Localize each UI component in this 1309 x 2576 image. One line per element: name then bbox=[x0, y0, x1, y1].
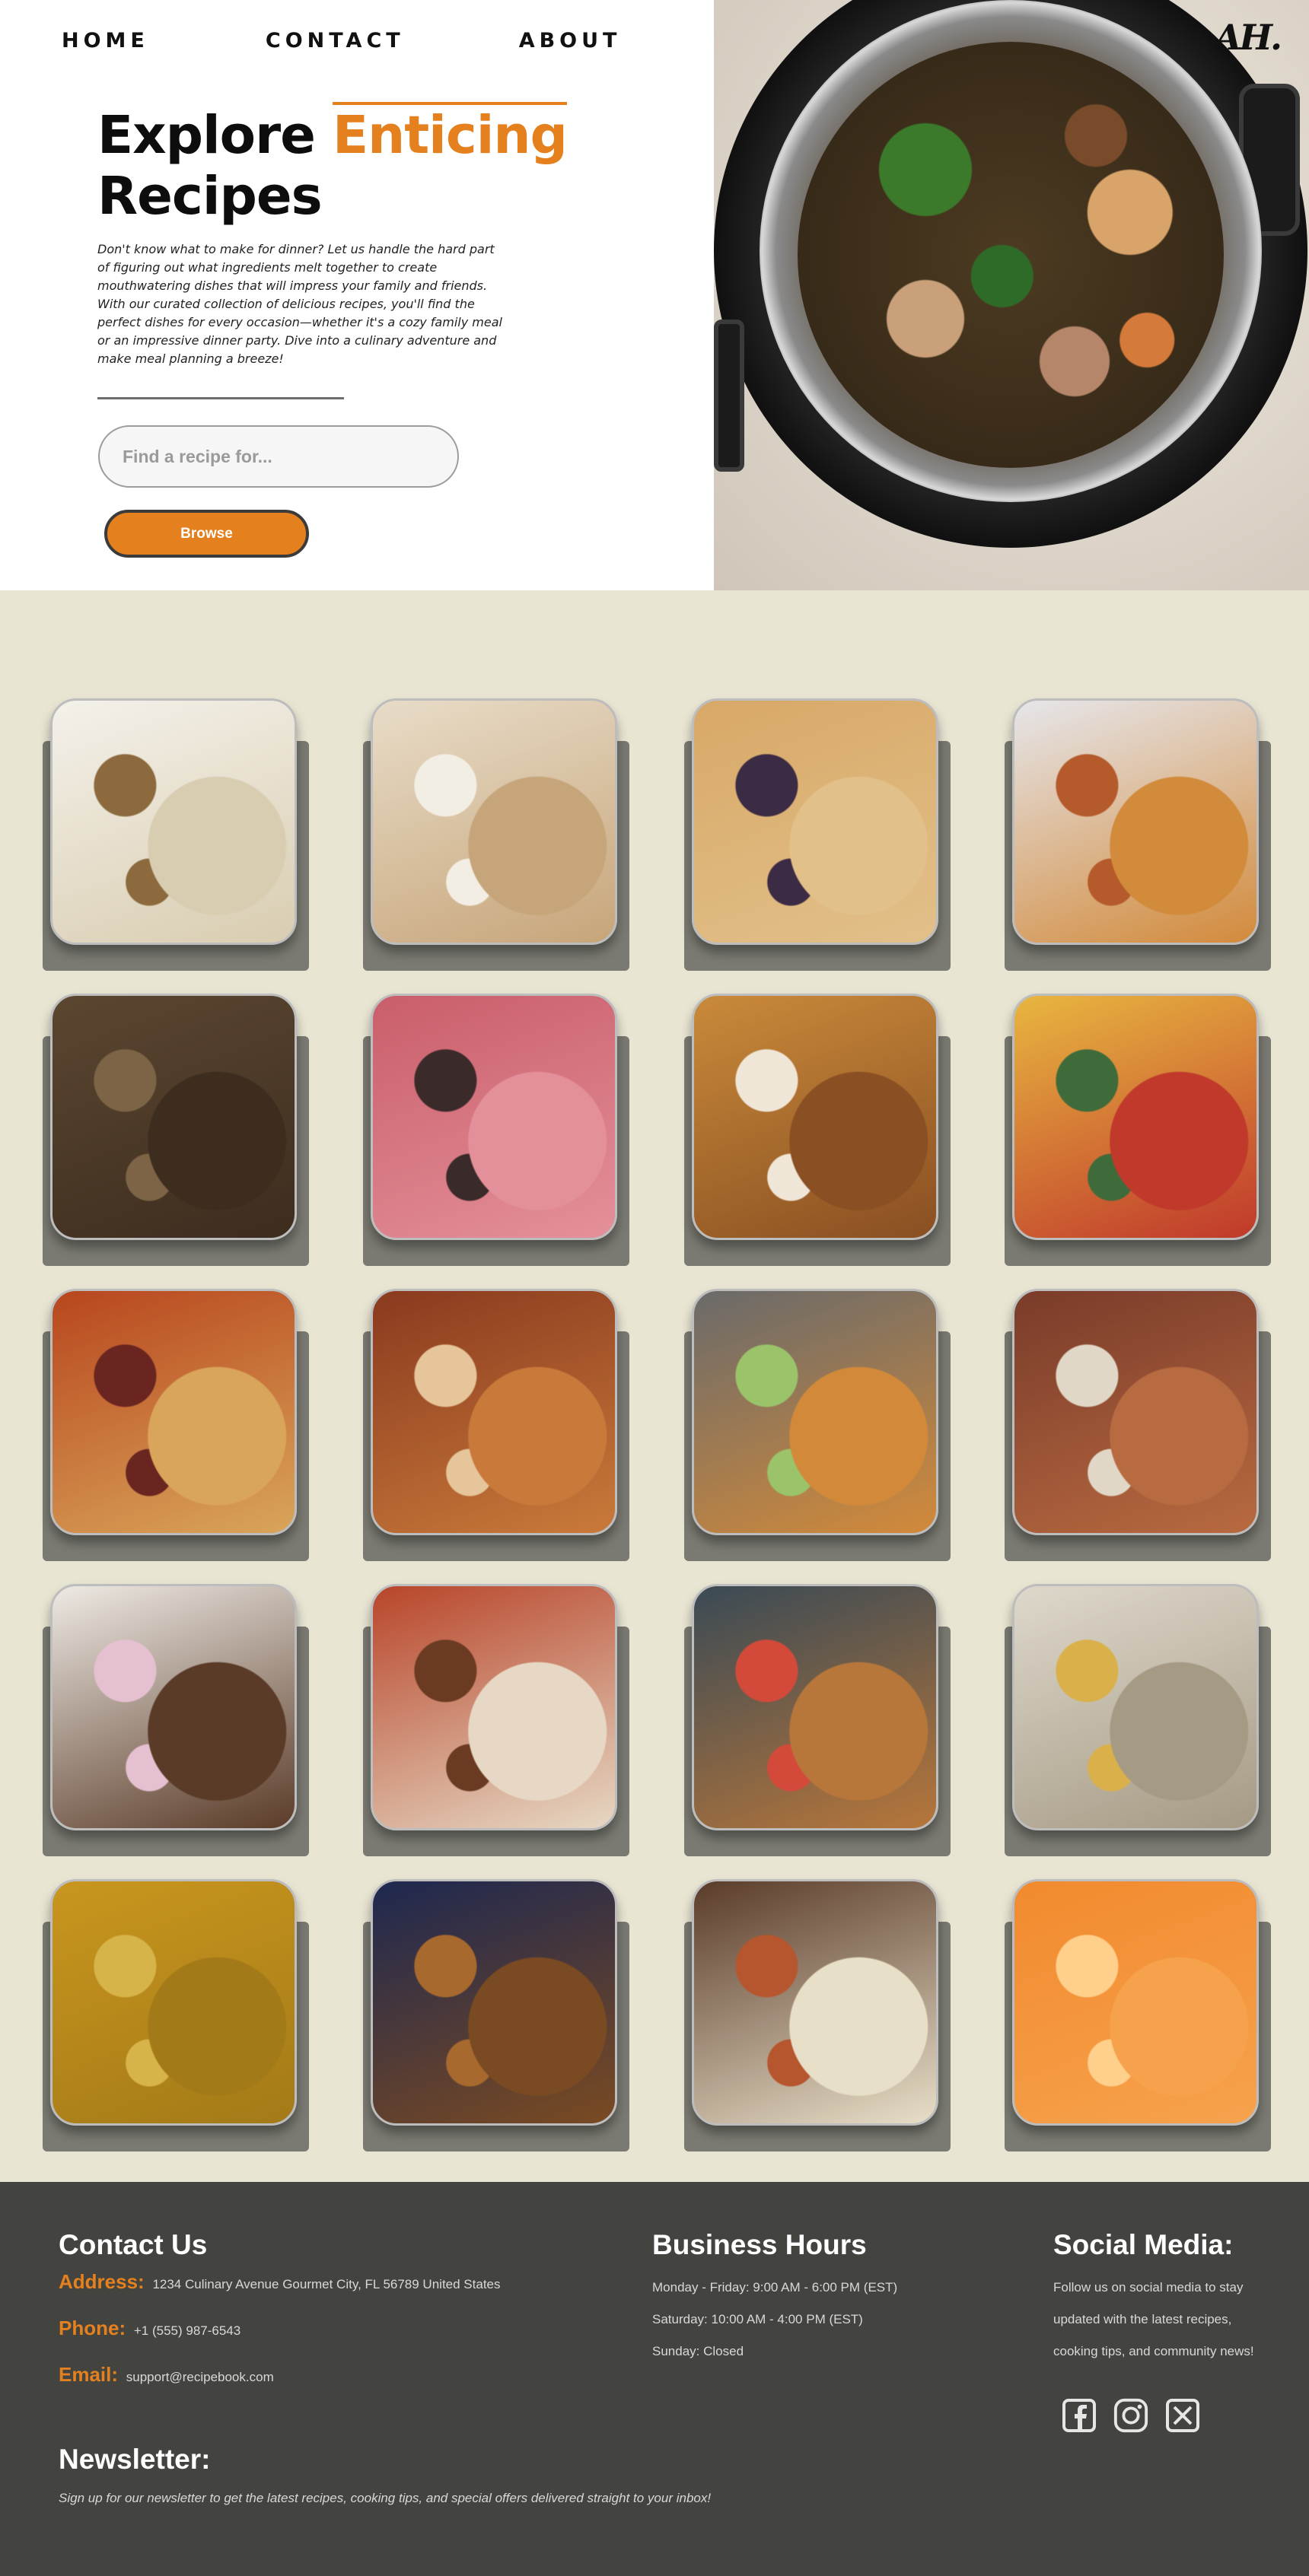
loaded-sweet-potato-with-sprinkles-image[interactable] bbox=[50, 1584, 297, 1830]
recipe-card[interactable] bbox=[363, 1879, 629, 2151]
recipe-card[interactable] bbox=[363, 994, 629, 1266]
address-value: 1234 Culinary Avenue Gourmet City, FL 56… bbox=[152, 2277, 501, 2291]
recipe-card[interactable] bbox=[43, 1584, 309, 1856]
nav-contact-link[interactable]: CONTACT bbox=[266, 29, 405, 52]
recipe-card[interactable] bbox=[363, 1584, 629, 1856]
phone-label: Phone: bbox=[59, 2317, 126, 2339]
recipe-card[interactable] bbox=[684, 1879, 951, 2151]
brand-logo[interactable]: AH. bbox=[1215, 17, 1282, 58]
pot-handle bbox=[714, 320, 744, 472]
chocolate-crepe-cake-image[interactable] bbox=[371, 1289, 617, 1535]
phone-value[interactable]: +1 (555) 987-6543 bbox=[134, 2323, 240, 2338]
address-label: Address: bbox=[59, 2270, 145, 2293]
recipe-grid bbox=[0, 590, 1309, 2182]
nav-home-link[interactable]: HOME bbox=[62, 29, 149, 52]
title-part-1: Explore bbox=[97, 105, 333, 166]
intro-text: Don't know what to make for dinner? Let … bbox=[97, 242, 502, 366]
recipe-card[interactable] bbox=[43, 994, 309, 1266]
chocolate-chip-cookies-image[interactable] bbox=[50, 994, 297, 1240]
divider bbox=[97, 397, 344, 399]
recipe-card[interactable] bbox=[43, 1879, 309, 2151]
site-footer: Contact Us Address: 1234 Culinary Avenue… bbox=[0, 2182, 1309, 2576]
baked-potato-with-cheese-image[interactable] bbox=[1012, 1584, 1259, 1830]
social-text: Follow us on social media to stay update… bbox=[1053, 2280, 1254, 2358]
recipe-card[interactable] bbox=[43, 1289, 309, 1561]
glazed-cinnamon-roll-image[interactable] bbox=[371, 698, 617, 945]
newsletter-heading: Newsletter: bbox=[59, 2444, 211, 2475]
recipe-card[interactable] bbox=[684, 1289, 951, 1561]
recipe-card[interactable] bbox=[1005, 1584, 1271, 1856]
title-part-2: Recipes bbox=[97, 166, 323, 227]
hours-sunday: Sunday: Closed bbox=[652, 2344, 744, 2358]
orange-drinks-image[interactable] bbox=[1012, 1879, 1259, 2126]
browse-button[interactable]: Browse bbox=[104, 510, 309, 558]
hours-saturday: Saturday: 10:00 AM - 4:00 PM (EST) bbox=[652, 2312, 863, 2326]
address-row: Address: 1234 Culinary Avenue Gourmet Ci… bbox=[59, 2270, 501, 2294]
recipe-card[interactable] bbox=[684, 698, 951, 971]
pappardelle-tomato-sauce-image[interactable] bbox=[1012, 994, 1259, 1240]
penne-with-meatballs-image[interactable] bbox=[50, 1289, 297, 1535]
page-title: Explore Enticing Recipes bbox=[97, 102, 568, 227]
spaghetti-bolognese-bowl-image[interactable] bbox=[371, 1584, 617, 1830]
recipe-card[interactable] bbox=[684, 994, 951, 1266]
social-icons bbox=[1061, 2397, 1201, 2434]
recipe-card[interactable] bbox=[1005, 994, 1271, 1266]
top-nav: HOME CONTACT ABOUT bbox=[62, 29, 621, 52]
email-value[interactable]: support@recipebook.com bbox=[126, 2370, 274, 2384]
recipe-card[interactable] bbox=[684, 1584, 951, 1856]
x-twitter-icon[interactable] bbox=[1164, 2397, 1201, 2434]
hero-image: AH. bbox=[714, 0, 1309, 590]
newsletter-text: Sign up for our newsletter to get the la… bbox=[59, 2491, 712, 2505]
shrimp-and-grits-image[interactable] bbox=[692, 1879, 938, 2126]
sweet-potato-tacos-image[interactable] bbox=[692, 1289, 938, 1535]
title-accent: Enticing bbox=[332, 102, 568, 166]
recipe-card[interactable] bbox=[1005, 698, 1271, 971]
recipe-card[interactable] bbox=[43, 698, 309, 971]
lentil-vegetable-curry-image[interactable] bbox=[50, 1879, 297, 2126]
recipe-card[interactable] bbox=[1005, 1289, 1271, 1561]
contact-heading: Contact Us bbox=[59, 2229, 208, 2260]
fried-chicken-image[interactable] bbox=[371, 1879, 617, 2126]
email-row: Email: support@recipebook.com bbox=[59, 2363, 274, 2387]
social-heading: Social Media: bbox=[1053, 2229, 1234, 2260]
spaghetti-plate-image[interactable] bbox=[1012, 698, 1259, 945]
phone-row: Phone: +1 (555) 987-6543 bbox=[59, 2317, 240, 2340]
pink-macarons-image[interactable] bbox=[371, 994, 617, 1240]
recipe-card[interactable] bbox=[363, 698, 629, 971]
stew-contents bbox=[798, 42, 1224, 468]
lasagna-slice-image[interactable] bbox=[692, 994, 938, 1240]
email-label: Email: bbox=[59, 2363, 119, 2386]
blueberry-muffins-image[interactable] bbox=[692, 698, 938, 945]
bruschetta-chicken-toast-image[interactable] bbox=[692, 1584, 938, 1830]
hours-list: Monday - Friday: 9:00 AM - 6:00 PM (EST)… bbox=[652, 2272, 897, 2368]
seafood-platter-image[interactable] bbox=[1012, 1289, 1259, 1535]
chicken-salad-flatbread-image[interactable] bbox=[50, 698, 297, 945]
recipe-card[interactable] bbox=[363, 1289, 629, 1561]
facebook-icon[interactable] bbox=[1061, 2397, 1097, 2434]
recipe-card[interactable] bbox=[1005, 1879, 1271, 2151]
hours-weekday: Monday - Friday: 9:00 AM - 6:00 PM (EST) bbox=[652, 2280, 898, 2295]
nav-about-link[interactable]: ABOUT bbox=[519, 29, 622, 52]
recipe-search-input[interactable] bbox=[98, 425, 459, 488]
hours-heading: Business Hours bbox=[652, 2229, 867, 2260]
hero-section: HOME CONTACT ABOUT Explore Enticing Reci… bbox=[0, 0, 1309, 590]
instagram-icon[interactable] bbox=[1113, 2397, 1149, 2434]
